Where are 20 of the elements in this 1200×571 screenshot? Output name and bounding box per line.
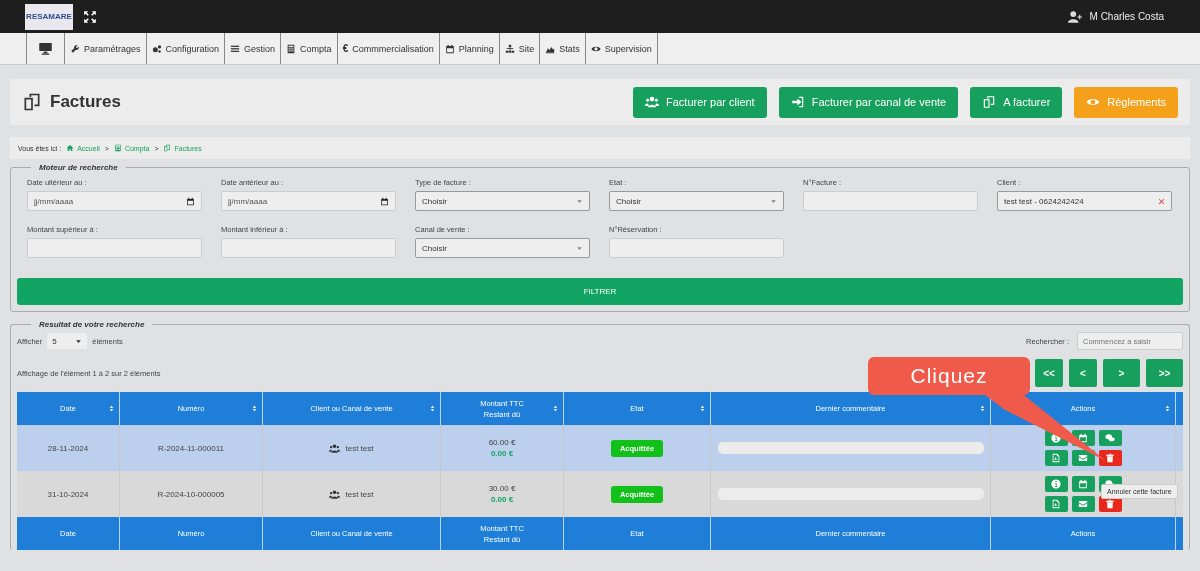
nav-label: Configuration <box>165 43 220 54</box>
amount-due: 0.00 € <box>490 495 514 504</box>
nav-label: Gestion <box>244 43 276 54</box>
nav-label: Planning <box>458 43 494 54</box>
page-title: Factures <box>50 92 121 112</box>
nav-label: Compta <box>300 43 332 54</box>
amount-due: 0.00 € <box>490 449 514 458</box>
nav-label: Supervision <box>604 43 652 54</box>
section-legend: Resultat de votre recherche <box>31 320 153 329</box>
nav-label: Commmercialisation <box>352 43 434 54</box>
client-name: test test <box>345 489 374 499</box>
nav-label: Site <box>518 43 535 54</box>
amount: 60.00 € <box>488 438 516 447</box>
section-legend: Moteur de recherche <box>31 163 126 172</box>
client-name: test test <box>345 443 374 453</box>
euro-icon: € <box>342 43 349 54</box>
callout: Cliquez <box>868 357 1030 395</box>
nav-label: Paramétrages <box>84 43 141 54</box>
amount: 30.00 € <box>488 484 516 493</box>
nav-label: Stats <box>559 43 580 54</box>
